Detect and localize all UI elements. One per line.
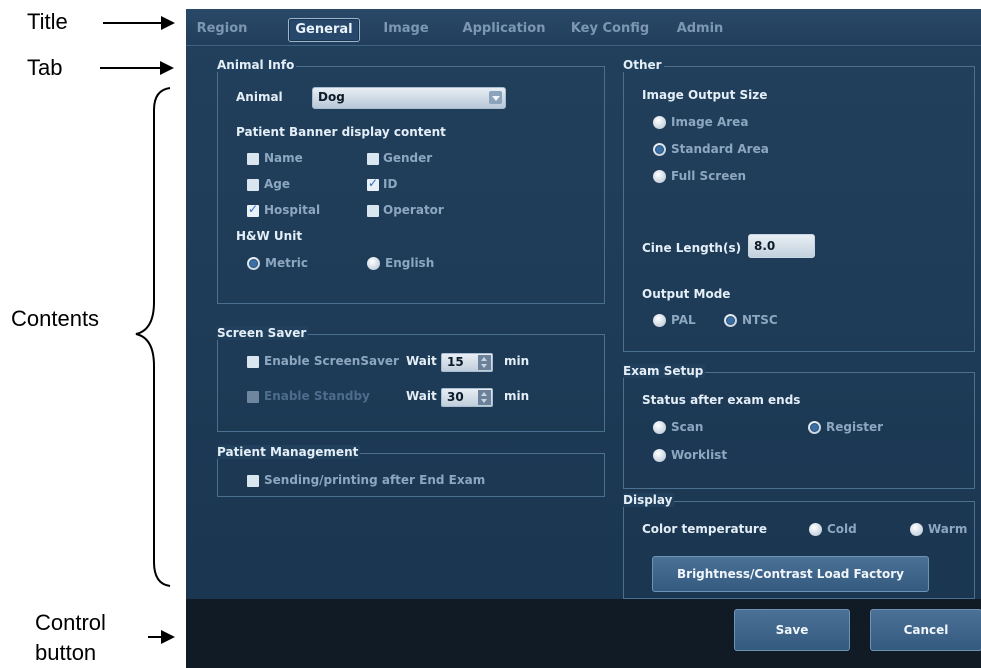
animal-label: Animal	[236, 90, 283, 104]
full-screen-label: Full Screen	[671, 169, 747, 183]
spinner-arrows-icon[interactable]	[478, 390, 491, 405]
cine-length-field[interactable]: 8.0	[748, 234, 815, 258]
animal-select-value: Dog	[318, 90, 345, 104]
tab-application[interactable]: Application	[458, 18, 550, 40]
annotation-control-arrow	[148, 630, 175, 644]
hw-unit-heading: H&W Unit	[236, 229, 303, 243]
warm-label: Warm	[928, 522, 968, 536]
english-label: English	[385, 256, 435, 270]
image-area-radio[interactable]	[653, 116, 666, 129]
gender-checkbox[interactable]	[367, 153, 379, 165]
spinner-arrows-icon[interactable]	[478, 355, 491, 370]
image-area-label: Image Area	[671, 115, 749, 129]
operator-label: Operator	[383, 203, 444, 217]
animal-info-group: Animal Info Animal Dog Patient Banner di…	[217, 58, 605, 304]
cine-length-label: Cine Length(s)	[642, 241, 742, 255]
annotation-contents: Contents	[11, 306, 100, 331]
annotation-tab-arrow	[100, 61, 174, 75]
wait-stepper-1-value: 15	[447, 355, 464, 369]
register-label: Register	[826, 420, 884, 434]
worklist-label: Worklist	[671, 448, 728, 462]
wait-stepper-1[interactable]: 15	[441, 353, 493, 372]
name-checkbox[interactable]	[247, 153, 259, 165]
standard-area-radio[interactable]	[653, 143, 666, 156]
display-group: Display Color temperature Cold Warm Brig…	[623, 493, 975, 599]
control-bar: Save Cancel	[186, 599, 981, 668]
animal-select[interactable]: Dog	[312, 87, 506, 109]
annotation-title: Title	[27, 9, 68, 34]
annotation-title-arrow	[103, 16, 175, 30]
min-label-2: min	[504, 389, 530, 403]
pal-label: PAL	[671, 313, 696, 327]
other-legend: Other	[623, 58, 664, 72]
hospital-checkbox[interactable]	[247, 202, 259, 217]
image-output-heading: Image Output Size	[642, 88, 768, 102]
display-legend: Display	[623, 493, 675, 507]
tab-general[interactable]: General	[288, 18, 360, 42]
enable-screensaver-label: Enable ScreenSaver	[264, 354, 399, 368]
annotation-tab: Tab	[27, 55, 63, 80]
id-checkbox[interactable]	[367, 176, 379, 191]
wait-label-2: Wait	[406, 389, 437, 403]
sending-printing-checkbox[interactable]	[247, 475, 259, 487]
animal-info-legend: Animal Info	[217, 58, 297, 72]
chevron-down-icon[interactable]	[489, 91, 502, 104]
tab-key-config[interactable]: Key Config	[570, 18, 650, 40]
setup-screen: Region General Image Application Key Con…	[186, 9, 981, 668]
name-label: Name	[264, 151, 303, 165]
screen-saver-legend: Screen Saver	[217, 326, 309, 340]
standby-checkbox	[247, 391, 259, 403]
worklist-radio[interactable]	[653, 449, 666, 462]
color-temperature-label: Color temperature	[642, 522, 767, 536]
sending-printing-label: Sending/printing after End Exam	[264, 473, 486, 487]
tab-admin[interactable]: Admin	[668, 18, 732, 40]
warm-radio[interactable]	[910, 523, 923, 536]
tab-region[interactable]: Region	[194, 18, 250, 40]
scan-label: Scan	[671, 420, 704, 434]
banner-content-heading: Patient Banner display content	[236, 125, 446, 139]
wait-stepper-2[interactable]: 30	[441, 388, 493, 407]
age-checkbox[interactable]	[247, 179, 259, 191]
standard-area-label: Standard Area	[671, 142, 769, 156]
annotation-contents-brace	[135, 87, 171, 587]
screen-saver-group: Screen Saver Enable ScreenSaver Wait 15 …	[217, 326, 605, 432]
cancel-button[interactable]: Cancel	[870, 609, 981, 651]
age-label: Age	[264, 177, 291, 191]
full-screen-radio[interactable]	[653, 170, 666, 183]
metric-radio[interactable]	[247, 257, 260, 270]
save-button[interactable]: Save	[734, 609, 850, 651]
wait-label-1: Wait	[406, 354, 437, 368]
cold-radio[interactable]	[809, 523, 822, 536]
patient-management-legend: Patient Management	[217, 445, 361, 459]
patient-management-group: Patient Management Sending/printing afte…	[217, 445, 605, 497]
id-label: ID	[383, 177, 398, 191]
pal-radio[interactable]	[653, 314, 666, 327]
tab-image[interactable]: Image	[376, 18, 436, 40]
status-after-exam-heading: Status after exam ends	[642, 393, 801, 407]
enable-screensaver-checkbox[interactable]	[247, 356, 259, 368]
cold-label: Cold	[827, 522, 857, 536]
tab-bar: Region General Image Application Key Con…	[186, 9, 981, 46]
cine-length-value: 8.0	[754, 239, 776, 253]
exam-setup-legend: Exam Setup	[623, 364, 706, 378]
annotation-control: Control	[35, 610, 106, 635]
hospital-label: Hospital	[264, 203, 321, 217]
ntsc-label: NTSC	[742, 313, 778, 327]
operator-checkbox[interactable]	[367, 205, 379, 217]
annotation-button: button	[35, 640, 97, 665]
register-radio[interactable]	[808, 421, 821, 434]
output-mode-heading: Output Mode	[642, 287, 731, 301]
ntsc-radio[interactable]	[724, 314, 737, 327]
exam-setup-group: Exam Setup Status after exam ends Scan R…	[623, 364, 975, 489]
gender-label: Gender	[383, 151, 433, 165]
min-label-1: min	[504, 354, 530, 368]
load-factory-button[interactable]: Brightness/Contrast Load Factory	[652, 556, 929, 592]
scan-radio[interactable]	[653, 421, 666, 434]
other-group: Other Image Output Size Image Area Stand…	[623, 58, 975, 352]
english-radio[interactable]	[367, 257, 380, 270]
metric-label: Metric	[265, 256, 308, 270]
wait-stepper-2-value: 30	[447, 390, 464, 404]
standby-label: Enable Standby	[264, 389, 370, 403]
